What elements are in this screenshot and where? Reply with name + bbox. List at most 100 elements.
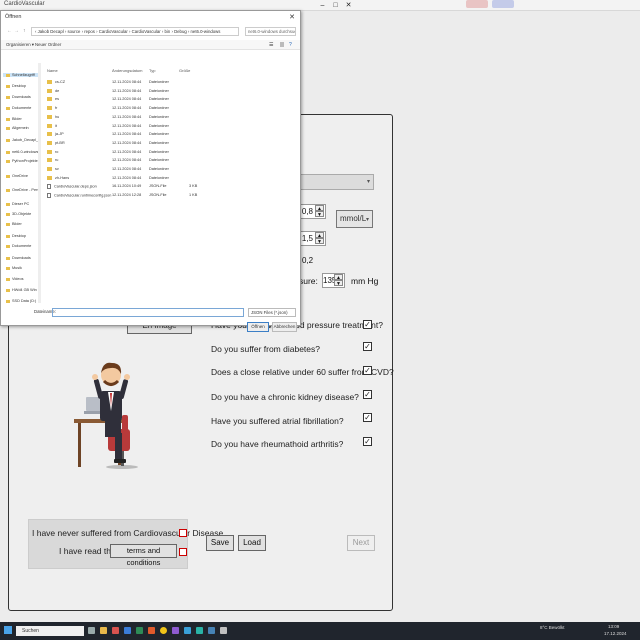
file-row[interactable]: es 12.11.2024 08:44 Dateiordner: [47, 97, 169, 102]
nav-item[interactable]: Bilder: [6, 222, 22, 226]
folder-icon: [6, 126, 10, 130]
nav-item[interactable]: Dokumente: [6, 244, 31, 248]
minimize-icon[interactable]: –: [318, 1, 327, 10]
file-row[interactable]: it 12.11.2024 08:44 Dateiordner: [47, 123, 169, 128]
explorer-icon[interactable]: [100, 627, 107, 634]
nav-item[interactable]: OneDrive - Person: [6, 188, 41, 192]
task-view-icon[interactable]: [88, 627, 95, 634]
help-icon[interactable]: ?: [289, 42, 292, 48]
nav-item[interactable]: 3D-Objekte: [6, 212, 31, 216]
file-row[interactable]: CardioVascular.deps.json 16.11.2024 10:49…: [47, 184, 197, 190]
nav-item[interactable]: Allgemein: [6, 126, 29, 130]
visual-studio-icon[interactable]: [172, 627, 179, 634]
taskbar-search[interactable]: Suchen: [16, 626, 84, 636]
open-button[interactable]: Öffnen: [247, 322, 269, 332]
checkbox-atrial-fibrillation[interactable]: ✓: [363, 413, 372, 422]
nav-item[interactable]: Schnellzugriff: [3, 73, 39, 77]
app-icon-blue[interactable]: [184, 627, 191, 634]
filetype-select[interactable]: JSON Files (*.json): [248, 308, 296, 317]
weather-text[interactable]: 8°C Bewölkt: [540, 625, 565, 630]
load-button[interactable]: Load: [238, 535, 266, 551]
nav-item[interactable]: Desktop: [6, 234, 26, 238]
read-terms-checkbox[interactable]: [179, 548, 187, 556]
nav-item[interactable]: HWd4 GB Win: [6, 288, 37, 292]
nav-item[interactable]: OneDrive: [6, 174, 28, 178]
top-dropdown[interactable]: uit ▾: [289, 174, 374, 190]
app-icon-green[interactable]: [136, 627, 143, 634]
checkbox-bp-treatment[interactable]: ✓: [363, 320, 372, 329]
file-row[interactable]: sv 12.11.2024 08:44 Dateiordner: [47, 167, 169, 171]
open-button-label: Öffnen: [251, 324, 265, 329]
never-suffered-cvd-checkbox[interactable]: [179, 529, 187, 537]
save-button[interactable]: Save: [206, 535, 234, 551]
folder-icon: [47, 123, 52, 128]
start-icon[interactable]: [4, 626, 12, 634]
nav-item[interactable]: Videos: [6, 277, 24, 281]
checkbox-diabetes[interactable]: ✓: [363, 342, 372, 351]
cancel-button[interactable]: Abbrechen: [272, 322, 297, 332]
app-icon-orange[interactable]: [148, 627, 155, 634]
organize-button[interactable]: Organisieren ▾: [6, 42, 34, 48]
new-folder-button[interactable]: Neuer Ordner: [35, 42, 61, 47]
folder-icon: [47, 114, 52, 119]
app-icon-steel[interactable]: [208, 627, 215, 634]
app-icon-grey[interactable]: [220, 627, 227, 634]
next-button[interactable]: Next: [347, 535, 375, 551]
view-icon[interactable]: ☰: [269, 42, 273, 48]
preview-pane-icon[interactable]: [280, 42, 284, 47]
never-suffered-cvd-label: I have never suffered from Cardiovascula…: [32, 528, 224, 538]
spin-down-icon[interactable]: ▼: [334, 280, 343, 287]
nav-item[interactable]: SSD Data (D:): [6, 299, 36, 303]
spinner-2[interactable]: 1,5 ▲ ▼: [297, 231, 326, 246]
clock-date[interactable]: 17.12.2024: [604, 631, 627, 636]
clock-time[interactable]: 13:09: [608, 624, 619, 629]
spinner-1[interactable]: 0,8 ▲ ▼: [297, 204, 326, 219]
nav-item[interactable]: Bilder: [6, 117, 22, 121]
nav-item[interactable]: Dokumente: [6, 106, 31, 110]
edge-icon[interactable]: [124, 627, 131, 634]
nav-item[interactable]: Musik: [6, 266, 22, 270]
file-row[interactable]: ja-JP 12.11.2024 08:44 Dateiordner: [47, 132, 169, 137]
file-row[interactable]: pt-BR 12.11.2024 08:44 Dateiordner: [47, 140, 169, 145]
close-icon[interactable]: ✕: [344, 1, 353, 10]
nav-item[interactable]: PythonProjekte: [6, 159, 38, 163]
dialog-close-icon[interactable]: ✕: [289, 13, 295, 21]
nav-item[interactable]: net6.0-windows: [6, 150, 38, 154]
file-row[interactable]: ro 12.11.2024 08:44 Dateiordner: [47, 149, 169, 154]
file-row[interactable]: de 12.11.2024 08:44 Dateiordner: [47, 88, 169, 93]
column-header-size[interactable]: Größe: [179, 68, 190, 73]
dialog-search-input[interactable]: net6.0-windows durchsuchen: [245, 27, 296, 36]
forward-icon[interactable]: →: [14, 28, 19, 34]
nav-item[interactable]: Desktop: [6, 84, 26, 88]
file-row[interactable]: fr 12.11.2024 08:44 Dateiordner: [47, 106, 169, 111]
pressure-spinner[interactable]: 135 ▲ ▼: [322, 273, 345, 288]
checkbox-relative-cvd[interactable]: ✓: [363, 366, 372, 375]
filename-input[interactable]: [52, 308, 244, 317]
file-row[interactable]: hu 12.11.2024 08:44 Dateiordner: [47, 114, 169, 119]
file-row[interactable]: ru 12.11.2024 08:44 Dateiordner: [47, 158, 169, 163]
address-bar[interactable]: ‹ Jakob Decapl › source › repos › Cardio…: [31, 27, 239, 36]
app-icon-teal[interactable]: [196, 627, 203, 634]
column-header-date[interactable]: Änderungsdatum: [112, 68, 142, 73]
nav-scrollbar[interactable]: [38, 63, 41, 303]
nav-item[interactable]: Dieser PC: [6, 202, 29, 206]
spin-down-icon[interactable]: ▼: [315, 238, 324, 245]
column-header-name[interactable]: Name: [47, 68, 58, 73]
nav-item[interactable]: Downloads: [6, 256, 31, 260]
maximize-icon[interactable]: □: [331, 1, 340, 10]
unit-dropdown[interactable]: mmol/L ▾: [336, 210, 373, 228]
app-icon-red[interactable]: [112, 627, 119, 634]
file-row[interactable]: cs-CZ 12.11.2024 08:44 Dateiordner: [47, 80, 169, 84]
checkbox-rheumatoid-arthritis[interactable]: ✓: [363, 437, 372, 446]
file-row[interactable]: zh-Hans 12.11.2024 08:44 Dateiordner: [47, 175, 169, 180]
nav-item[interactable]: Jakob_Decapl_E: [6, 138, 41, 142]
terms-button[interactable]: terms and conditions: [110, 544, 177, 567]
back-icon[interactable]: ←: [7, 28, 12, 34]
up-icon[interactable]: ↑: [23, 28, 26, 34]
file-row[interactable]: CardioVascular.runtimeconfig.json 12.11.2…: [47, 193, 197, 199]
checkbox-kidney-disease[interactable]: ✓: [363, 390, 372, 399]
column-header-type[interactable]: Typ: [149, 68, 155, 73]
nav-item[interactable]: Downloads: [6, 95, 31, 99]
chrome-icon[interactable]: [160, 627, 167, 634]
spin-down-icon[interactable]: ▼: [315, 211, 324, 218]
